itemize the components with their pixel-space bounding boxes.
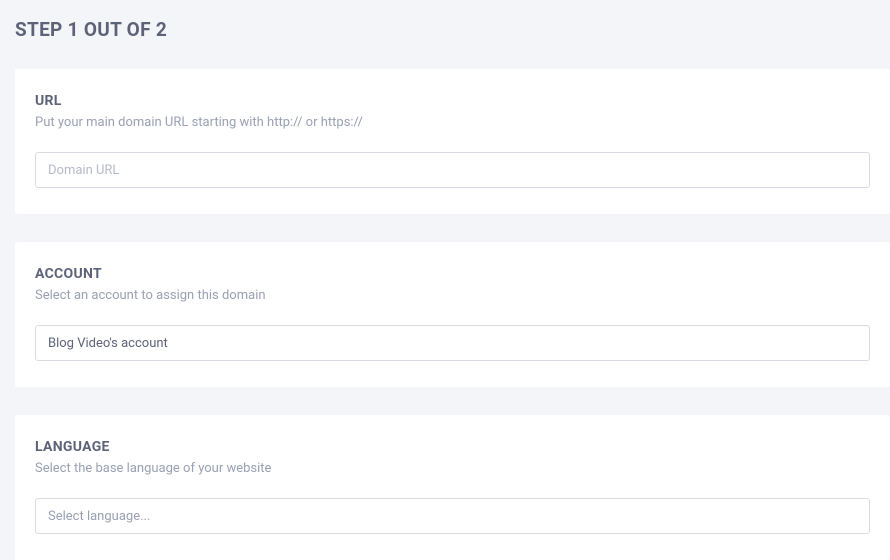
account-section-desc: Select an account to assign this domain	[35, 288, 870, 303]
url-card: URL Put your main domain URL starting wi…	[15, 69, 890, 214]
account-card: ACCOUNT Select an account to assign this…	[15, 242, 890, 387]
url-section-title: URL	[35, 93, 870, 109]
url-section-desc: Put your main domain URL starting with h…	[35, 115, 870, 130]
language-section-desc: Select the base language of your website	[35, 461, 870, 476]
account-select[interactable]: Blog Video's account	[35, 325, 870, 361]
account-section-title: ACCOUNT	[35, 266, 870, 282]
language-card: LANGUAGE Select the base language of you…	[15, 415, 890, 560]
language-select[interactable]: Select language...	[35, 498, 870, 534]
language-section-title: LANGUAGE	[35, 439, 870, 455]
domain-url-input[interactable]	[35, 152, 870, 188]
page-title: STEP 1 OUT OF 2	[15, 18, 890, 41]
